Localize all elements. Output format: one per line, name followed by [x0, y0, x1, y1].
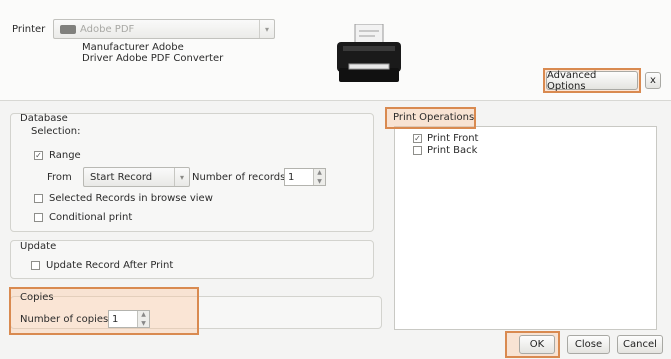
printer-small-icon [60, 24, 76, 34]
range-checkbox[interactable]: ✓ [34, 151, 43, 160]
selected-records-row[interactable]: Selected Records in browse view [34, 193, 213, 204]
printer-driver: Driver Adobe PDF Converter [82, 53, 224, 64]
printer-label: Printer [12, 24, 46, 35]
print-front-checkbox[interactable]: ✓ [413, 134, 422, 143]
number-of-copies-value: 1 [112, 313, 119, 325]
chevron-down-icon: ▾ [174, 168, 189, 186]
update-title: Update [20, 241, 57, 252]
update-record-row[interactable]: Update Record After Print [31, 260, 173, 271]
printer-manufacturer: Manufacturer Adobe [82, 42, 184, 53]
number-of-copies-field[interactable]: 1 ▲ ▼ [108, 310, 150, 328]
range-checkbox-row[interactable]: ✓ Range [34, 150, 81, 161]
selected-records-label: Selected Records in browse view [49, 193, 213, 204]
range-label: Range [49, 150, 81, 161]
database-title: Database [20, 113, 68, 124]
copies-title: Copies [20, 292, 54, 303]
print-back-row[interactable]: Print Back [413, 145, 477, 156]
selection-label: Selection: [31, 126, 81, 137]
from-select[interactable]: Start Record ▾ [83, 167, 190, 187]
update-record-label: Update Record After Print [46, 260, 174, 271]
print-front-row[interactable]: ✓ Print Front [413, 133, 478, 144]
update-record-checkbox[interactable] [31, 261, 40, 270]
close-x-button[interactable]: x [645, 72, 661, 89]
print-front-label: Print Front [427, 133, 479, 144]
from-label: From [47, 172, 72, 183]
printer-select-value: Adobe PDF [80, 23, 135, 35]
from-select-value: Start Record [90, 171, 153, 183]
records-spinner[interactable]: ▲ ▼ [313, 169, 325, 185]
print-operations-list [394, 126, 657, 330]
conditional-print-row[interactable]: Conditional print [34, 212, 132, 223]
print-operations-title: Print Operations [393, 112, 475, 123]
printer-info: Manufacturer Adobe Driver Adobe PDF Conv… [82, 42, 223, 64]
ok-button[interactable]: OK [519, 335, 555, 354]
printer-select[interactable]: Adobe PDF ▾ [53, 19, 275, 39]
number-of-records-field[interactable]: 1 ▲ ▼ [284, 168, 326, 186]
print-back-label: Print Back [427, 145, 478, 156]
conditional-print-label: Conditional print [49, 212, 133, 223]
number-of-copies-label: Number of copies [20, 314, 109, 325]
close-button[interactable]: Close [567, 335, 610, 354]
copies-spinner[interactable]: ▲ ▼ [137, 311, 149, 327]
printer-icon [335, 23, 405, 89]
print-back-checkbox[interactable] [413, 146, 422, 155]
selected-records-checkbox[interactable] [34, 194, 43, 203]
advanced-options-button[interactable]: Advanced Options [546, 70, 638, 92]
number-of-records-label: Number of records [192, 172, 286, 183]
conditional-print-checkbox[interactable] [34, 213, 43, 222]
number-of-records-value: 1 [288, 171, 295, 183]
cancel-button[interactable]: Cancel [617, 335, 663, 354]
chevron-down-icon: ▾ [259, 20, 274, 38]
